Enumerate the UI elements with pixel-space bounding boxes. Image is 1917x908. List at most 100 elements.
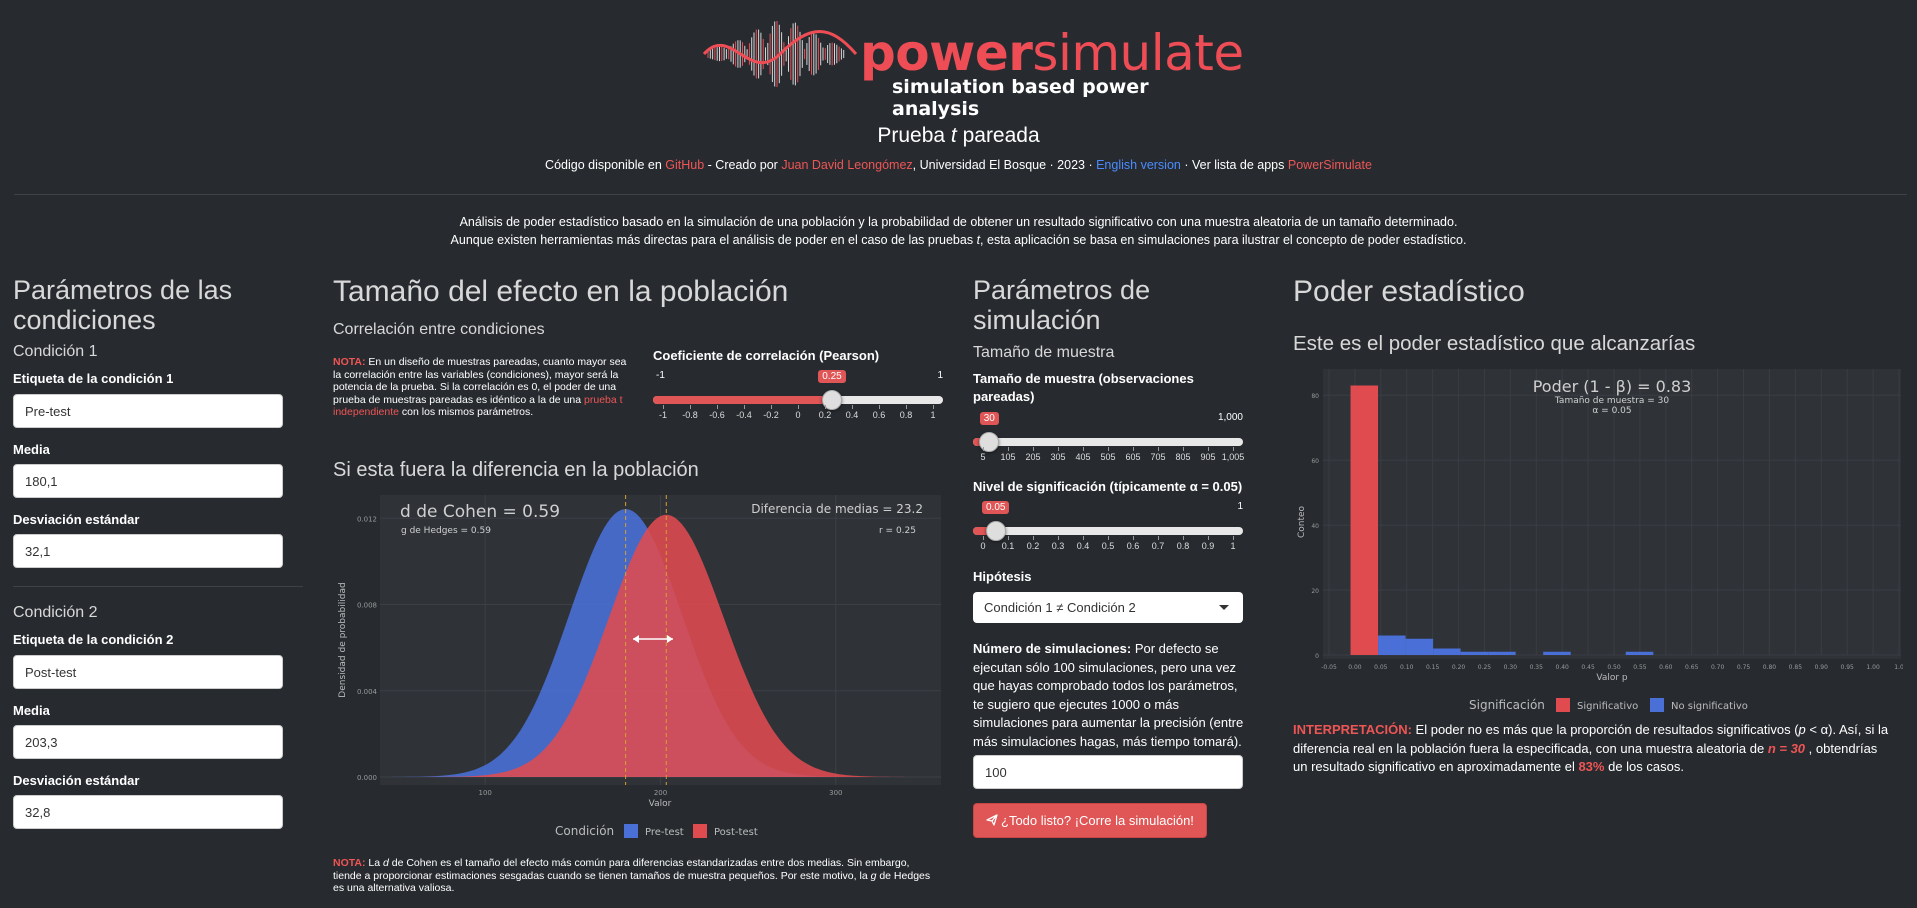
- sample-size-slider-tick-label: 305: [1050, 452, 1066, 462]
- correlation-slider-max: 1: [937, 370, 943, 381]
- density-ylabel: Densidad de probabilidad: [338, 582, 348, 697]
- power-sample-size-text: Tamaño de muestra = 30: [1554, 396, 1669, 406]
- sample-size-subheading: Tamaño de muestra: [973, 344, 1115, 361]
- histogram-x-tick-label: 0.75: [1737, 664, 1751, 671]
- sample-size-slider-tick-label: 605: [1125, 452, 1141, 462]
- alpha-slider-tick-label: 0.9: [1201, 541, 1215, 551]
- cohens-d-text: d de Cohen = 0.59: [400, 502, 560, 522]
- condition-1-sd-label: Desviación estándar: [13, 512, 140, 527]
- condition-2-mean-label: Media: [13, 703, 50, 718]
- histogram-x-tick-label: 0.65: [1685, 664, 1699, 671]
- histogram-x-tick-label: 0.00: [1348, 664, 1362, 671]
- sample-size-slider-track[interactable]: [973, 438, 1243, 446]
- sample-size-slider-value-bubble: 30: [979, 412, 999, 425]
- difference-heading: Si esta fuera la diferencia en la poblac…: [333, 459, 699, 481]
- density-xlabel: Valor: [649, 799, 672, 809]
- condition-2-sd-input[interactable]: 32,8: [13, 795, 283, 829]
- nsim-label: Número de simulaciones:: [973, 641, 1132, 656]
- sample-size-slider-tick-mark: [1183, 447, 1184, 451]
- alpha-slider-handle[interactable]: [985, 521, 1006, 541]
- not-significant-bar: [1460, 651, 1489, 655]
- english-version-link[interactable]: English version: [1096, 158, 1181, 172]
- hypothesis-selected-value: Condición 1 ≠ Condición 2: [984, 600, 1136, 615]
- legend-post-swatch: [693, 824, 707, 838]
- interpretation-p: p: [1798, 722, 1806, 737]
- nsim-input[interactable]: 100: [973, 755, 1243, 789]
- sample-size-slider-tick-mark: [1108, 447, 1109, 451]
- power-alpha-text: α = 0.05: [1592, 406, 1631, 416]
- histogram-x-tick-label: 0.45: [1581, 664, 1595, 671]
- sample-size-slider-tick-mark: [1133, 447, 1134, 451]
- correlation-slider-label: Coeficiente de correlación (Pearson): [653, 348, 880, 363]
- sample-size-slider-tick-label: 705: [1150, 452, 1166, 462]
- condition-2-label-input[interactable]: Post-test: [13, 655, 283, 689]
- condition-2-title: Condición 2: [13, 604, 98, 621]
- not-significant-bar: [1378, 635, 1406, 655]
- sample-size-slider-tick-label: 105: [1000, 452, 1016, 462]
- histogram-y-tick-label: 40: [1311, 523, 1319, 530]
- correlation-note: NOTA: En un diseño de muestras pareadas,…: [333, 356, 627, 419]
- condition-1-mean-input[interactable]: 180,1: [13, 464, 283, 498]
- condition-1-mean-label: Media: [13, 442, 50, 457]
- github-link[interactable]: GitHub: [665, 158, 704, 172]
- correlation-slider-tick-label: 0.8: [899, 410, 913, 420]
- histogram-x-tick-label: 0.95: [1841, 664, 1855, 671]
- run-simulation-button[interactable]: ¿Todo listo? ¡Corre la simulación!: [973, 803, 1207, 838]
- not-significant-bar: [1405, 638, 1434, 655]
- waveform-logo-icon: [702, 21, 858, 87]
- density-x-tick-label: 100: [479, 789, 492, 797]
- histogram-y-tick-label: 80: [1311, 393, 1319, 400]
- credits-code-text: Código disponible en: [545, 158, 666, 172]
- power-subheading: Este es el poder estadístico que alcanza…: [1293, 332, 1696, 355]
- brand-name: powersimulate: [860, 28, 1244, 78]
- alpha-slider-tick-mark: [1208, 536, 1209, 540]
- alpha-slider[interactable]: 1 0.05 0 0.1 0.2 0.3 0.4 0.5 0.6 0.7 0.8 0.9 1: [973, 497, 1243, 557]
- hypothesis-select[interactable]: Condición 1 ≠ Condición 2: [973, 592, 1243, 623]
- hypothesis-label: Hipótesis: [973, 569, 1032, 584]
- density-x-tick-label: 300: [829, 789, 842, 797]
- correlation-slider[interactable]: -1 1 0.25 -1 -0.8 -0.6 -0.4 -0.2 0 0.2 0.4 0.6 0.8…: [653, 366, 943, 426]
- correlation-slider-min: -1: [656, 370, 665, 381]
- alpha-slider-tick-mark: [1033, 536, 1034, 540]
- sample-size-slider[interactable]: 1,000 30 5 105 205 305 405 505 605 705 805 905 1,00…: [973, 408, 1244, 468]
- alpha-slider-tick-mark: [1108, 536, 1109, 540]
- title-pre: Prueba: [877, 124, 951, 147]
- alpha-slider-value-bubble: 0.05: [982, 501, 1010, 514]
- alpha-slider-tick-mark: [1158, 536, 1159, 540]
- intro-line-2: Aunque existen herramientas más directas…: [0, 231, 1917, 249]
- correlation-slider-tick-mark: [663, 405, 664, 409]
- alpha-slider-track[interactable]: [973, 527, 1243, 535]
- correlation-slider-tick-label: 0.6: [872, 410, 886, 420]
- alpha-slider-tick-label: 0.4: [1076, 541, 1090, 551]
- sample-size-slider-tick-mark: [1058, 447, 1059, 451]
- density-y-tick-label: 0.008: [357, 602, 377, 610]
- histogram-legend: Significación Significativo No significa…: [1469, 698, 1748, 712]
- interpretation-label: INTERPRETACIÓN:: [1293, 722, 1412, 737]
- powersimulate-link[interactable]: PowerSimulate: [1288, 158, 1372, 172]
- histogram-x-tick-label: 0.70: [1711, 664, 1725, 671]
- not-significant-bar: [1433, 648, 1461, 655]
- not-significant-bar: [1488, 651, 1516, 655]
- histogram-x-tick-label: 0.05: [1374, 664, 1388, 671]
- condition-2-mean-input[interactable]: 203,3: [13, 725, 283, 759]
- correlation-slider-tick-label: -1: [658, 410, 668, 420]
- alpha-slider-tick-label: 1: [1230, 541, 1236, 551]
- legend-significant-label: Significativo: [1577, 701, 1638, 712]
- correlation-r-text: r = 0.25: [879, 526, 916, 536]
- correlation-slider-tick-label: -0.8: [682, 410, 698, 420]
- histogram-x-tick-label: 0.50: [1607, 664, 1621, 671]
- alpha-slider-tick-mark: [983, 536, 984, 540]
- condition-1-sd-input[interactable]: 32,1: [13, 534, 283, 568]
- correlation-slider-tick-mark: [798, 405, 799, 409]
- credits-affiliation-text: , Universidad El Bosque · 2023 ·: [912, 158, 1097, 172]
- alpha-slider-tick-label: 0.2: [1026, 541, 1040, 551]
- density-x-tick-label: 200: [654, 789, 667, 797]
- histogram-legend-title: Significación: [1469, 698, 1545, 712]
- author-link[interactable]: Juan David Leongómez: [781, 158, 912, 172]
- correlation-note-text: En un diseño de muestras pareadas, cuant…: [333, 356, 627, 406]
- correlation-slider-tick-mark: [771, 405, 772, 409]
- condition-1-label-input[interactable]: Pre-test: [13, 394, 283, 428]
- condition-2-sd-label: Desviación estándar: [13, 773, 140, 788]
- intro-line-1: Análisis de poder estadístico basado en …: [459, 215, 1458, 229]
- condition-1-title: Condición 1: [13, 343, 98, 360]
